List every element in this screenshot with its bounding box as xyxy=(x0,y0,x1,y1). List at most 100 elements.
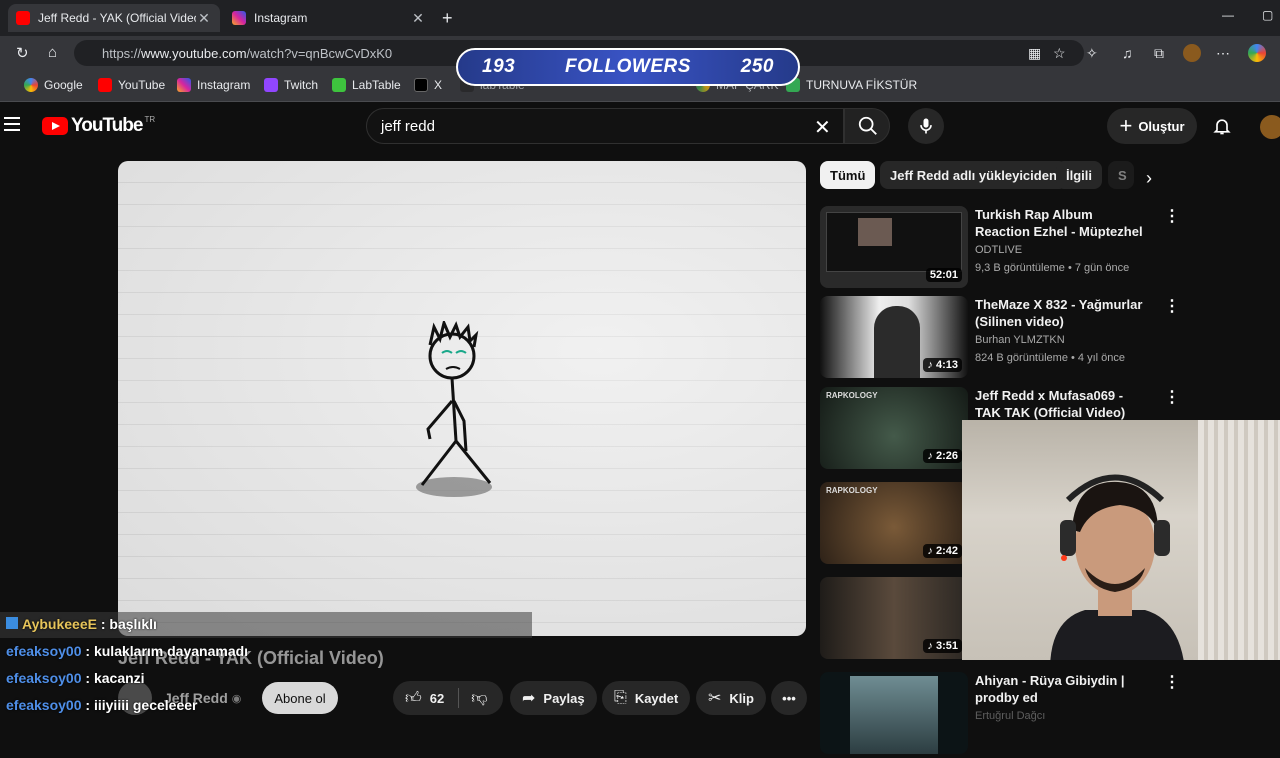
tab-instagram[interactable]: Instagram ✕ xyxy=(224,4,434,32)
chip-all[interactable]: Tümü xyxy=(820,161,876,189)
browser-tab-bar: Jeff Redd - YAK (Official Video) - Y ✕ I… xyxy=(0,0,1280,36)
clip-button[interactable]: ✂ Klip xyxy=(696,681,766,715)
more-vertical-icon[interactable]: ⋮ xyxy=(1164,387,1180,407)
media-icon[interactable]: ♫ xyxy=(1122,45,1133,61)
followers-goal: 250 xyxy=(740,56,774,77)
region-code: TR xyxy=(144,115,156,124)
duration-badge: ♪ 4:13 xyxy=(923,358,962,372)
home-icon[interactable]: ⌂ xyxy=(48,44,57,61)
video-thumbnail[interactable]: ♪ 3:51 xyxy=(820,577,968,659)
profile-avatar[interactable] xyxy=(1183,44,1201,62)
chip-related[interactable]: İlgili xyxy=(1056,161,1102,189)
video-thumbnail[interactable]: RAPKOLOGY ♪ 2:42 xyxy=(820,482,968,564)
save-button[interactable]: ⎘ Kaydet xyxy=(602,681,691,715)
extensions-icon[interactable]: ✧ xyxy=(1086,45,1098,62)
bookmark-label: YouTube xyxy=(118,78,166,92)
video-thumbnail[interactable] xyxy=(820,672,968,754)
youtube-logo[interactable]: YouTube TR xyxy=(42,115,155,137)
search-button[interactable] xyxy=(844,108,890,144)
save-label: Kaydet xyxy=(634,690,679,706)
chat-username: efeaksoy00 xyxy=(6,643,82,659)
plus-icon: + xyxy=(1119,113,1133,138)
bookmark-google[interactable]: Google xyxy=(24,78,83,92)
video-thumbnail[interactable]: 52:01 xyxy=(820,206,968,288)
chat-message: AybukeeeE : başlıklı xyxy=(6,616,157,632)
share-label: Paylaş xyxy=(543,690,585,706)
instagram-favicon-icon xyxy=(232,11,246,25)
apps-icon[interactable]: ▦ xyxy=(1028,45,1041,62)
minimize-icon[interactable]: — xyxy=(1222,8,1234,22)
chat-username: efeaksoy00 xyxy=(6,670,82,686)
music-note-icon: ♪ xyxy=(927,359,936,371)
video-title[interactable]: Jeff Redd x Mufasa069 - TAK TAK (Officia… xyxy=(975,387,1145,421)
search-input[interactable]: jeff redd xyxy=(366,108,844,144)
bookmark-x[interactable]: X xyxy=(414,78,442,92)
create-label: Oluştur xyxy=(1138,118,1185,134)
video-title[interactable]: Ahiyan - Rüya Gibiydin | prodby ed xyxy=(975,672,1145,706)
bookmark-label: Google xyxy=(44,78,83,92)
tab-title: Jeff Redd - YAK (Official Video) - Y xyxy=(38,11,196,25)
stream-chat-overlay: AybukeeeE : başlıklı efeaksoy00 : kulakl… xyxy=(0,612,532,720)
notifications-bell-icon[interactable] xyxy=(1212,115,1232,142)
streamer-silhouette xyxy=(1050,474,1184,660)
bookmark-icon: ⎘ xyxy=(614,689,627,706)
bookmark-youtube[interactable]: YouTube xyxy=(98,78,165,92)
new-tab-icon[interactable]: + xyxy=(442,8,453,29)
curtain xyxy=(1198,420,1280,660)
bookmark-twitch[interactable]: Twitch xyxy=(264,78,318,92)
more-vertical-icon[interactable]: ⋮ xyxy=(1164,672,1180,692)
chip-from-uploader[interactable]: Jeff Redd adlı yükleyiciden xyxy=(880,161,1067,189)
channel-name[interactable]: Burhan YLMZTKN xyxy=(975,334,1065,346)
label-logo: RAPKOLOGY xyxy=(826,486,878,495)
music-note-icon: ♪ xyxy=(927,545,936,557)
video-thumbnail[interactable]: ♪ 4:13 xyxy=(820,296,968,378)
account-avatar[interactable] xyxy=(1260,115,1280,139)
more-menu-icon[interactable]: ⋯ xyxy=(1216,45,1230,62)
chip-partial[interactable]: S xyxy=(1108,161,1134,189)
recommendation-item[interactable]: 52:01 Turkish Rap Album Reaction Ezhel -… xyxy=(820,206,1260,292)
tab-youtube[interactable]: Jeff Redd - YAK (Official Video) - Y ✕ xyxy=(8,4,220,32)
close-tab-icon[interactable]: ✕ xyxy=(196,10,212,27)
bookmark-label: X xyxy=(434,78,443,92)
video-thumbnail[interactable]: RAPKOLOGY ♪ 2:26 xyxy=(820,387,968,469)
channel-name[interactable]: Ertuğrul Dağcı xyxy=(975,710,1045,722)
more-vertical-icon[interactable]: ⋮ xyxy=(1164,206,1180,226)
maximize-icon[interactable]: ▢ xyxy=(1262,8,1273,22)
logo-text: YouTube xyxy=(71,115,143,136)
video-title[interactable]: Turkish Rap Album Reaction Ezhel - Müpte… xyxy=(975,206,1145,240)
video-title[interactable]: TheMaze X 832 - Yağmurlar (Silinen video… xyxy=(975,296,1145,330)
clear-search-icon[interactable]: ✕ xyxy=(814,115,831,140)
recommendation-item[interactable]: ♪ 4:13 TheMaze X 832 - Yağmurlar (Siline… xyxy=(820,296,1260,382)
chat-text: iiiyiiii geceleeer xyxy=(93,697,198,713)
chat-username: AybukeeeE xyxy=(22,616,97,632)
more-vertical-icon[interactable]: ⋮ xyxy=(1164,296,1180,316)
bookmark-instagram[interactable]: Instagram xyxy=(177,78,250,92)
chat-username: efeaksoy00 xyxy=(6,697,82,713)
stick-figure-illustration xyxy=(416,321,492,497)
label-logo: RAPKOLOGY xyxy=(826,391,878,400)
url-prefix: https:// xyxy=(102,45,142,61)
music-note-icon: ♪ xyxy=(927,640,936,652)
url-path: /watch?v=qnBcwCvDxK0 xyxy=(246,45,393,61)
bookmark-label: LabTable xyxy=(352,78,401,92)
bookmark-labtable[interactable]: LabTable xyxy=(332,78,401,92)
menu-icon[interactable] xyxy=(4,117,20,135)
bookmark-turnuva[interactable]: TURNUVA FİKSTÜR xyxy=(786,78,917,92)
create-button[interactable]: + Oluştur xyxy=(1107,108,1197,144)
close-tab-icon[interactable]: ✕ xyxy=(410,10,426,27)
followers-current: 193 xyxy=(482,56,516,77)
chevron-right-icon[interactable]: › xyxy=(1146,168,1152,189)
reload-icon[interactable]: ↻ xyxy=(16,44,29,62)
screenshot-icon[interactable]: ⧉ xyxy=(1154,45,1164,62)
copilot-icon[interactable] xyxy=(1248,44,1266,62)
youtube-header: YouTube TR jeff redd ✕ + Oluştur xyxy=(0,103,1280,149)
video-player[interactable] xyxy=(118,161,806,636)
bookmark-star-icon[interactable]: ☆ xyxy=(1053,45,1066,62)
channel-name[interactable]: ODTLIVE xyxy=(975,244,1022,256)
video-meta: 824 B görüntüleme • 4 yıl önce xyxy=(975,352,1125,364)
recommendation-item[interactable]: Ahiyan - Rüya Gibiydin | prodby ed Ertuğ… xyxy=(820,672,1260,758)
youtube-favicon-icon xyxy=(16,11,30,25)
more-actions-button[interactable]: ••• xyxy=(771,681,807,715)
voice-search-button[interactable] xyxy=(908,108,944,144)
x-icon xyxy=(414,78,428,92)
